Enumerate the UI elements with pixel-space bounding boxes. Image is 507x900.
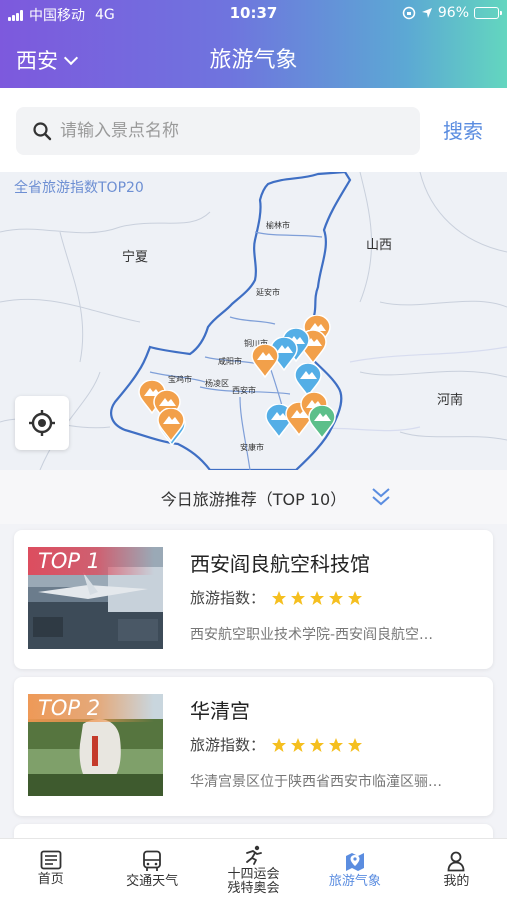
attraction-description: 华清宫景区位于陕西省西安市临潼区骊… [190, 774, 442, 790]
city-label-ankang: 安康市 [240, 443, 264, 452]
double-chevron-down-icon[interactable] [371, 486, 391, 508]
star-icon [310, 737, 325, 752]
tab-profile[interactable]: 我的 [406, 839, 507, 900]
tab-label-line1: 十四运会 [227, 867, 280, 882]
location-arrow-icon [421, 8, 432, 18]
person-icon [447, 851, 465, 872]
tab-traffic-weather[interactable]: 交通天气 [101, 839, 202, 900]
rating-stars [271, 737, 363, 753]
search-section: 搜索 [0, 88, 507, 172]
city-label-yangling: 杨凌区 [205, 379, 229, 388]
recommend-card[interactable]: TOP 2 华清宫 旅游指数： 华清宫景区位于陕西省西安市临潼区骊… [14, 677, 493, 816]
star-icon [329, 590, 344, 605]
search-button[interactable]: 搜索 [443, 115, 483, 144]
news-icon [40, 850, 62, 870]
map-label-ningxia: 宁夏 [122, 250, 149, 265]
tab-label: 首页 [37, 872, 64, 887]
city-label-yanan: 延安市 [256, 288, 280, 297]
star-icon [348, 590, 363, 605]
city-label-xianyang: 咸阳市 [218, 357, 242, 366]
search-input[interactable] [60, 121, 390, 141]
tourism-index: 旅游指数： [190, 734, 363, 755]
runner-icon [245, 845, 262, 865]
page-title: 旅游气象 [209, 48, 298, 73]
star-icon [329, 737, 344, 752]
search-box[interactable] [16, 107, 420, 155]
tab-national-games[interactable]: 十四运会 残特奥会 [203, 839, 304, 900]
map-pin[interactable] [308, 405, 336, 439]
city-label-baoji: 宝鸡市 [168, 375, 192, 384]
search-icon [33, 122, 52, 141]
rank-tag: TOP 1 [28, 547, 154, 575]
tourism-index-label: 旅游指数： [190, 736, 266, 754]
nav-bar: 西安 旅游气象 [0, 27, 507, 88]
recommend-card[interactable] [14, 824, 493, 838]
tourism-index: 旅游指数： [190, 587, 363, 608]
tab-label: 十四运会 残特奥会 [228, 868, 280, 896]
attraction-description: 西安航空职业技术学院-西安阎良航空… [190, 627, 434, 643]
map-pin[interactable] [251, 344, 279, 378]
tab-label: 我的 [443, 874, 470, 889]
map-title: 全省旅游指数TOP20 [14, 180, 144, 196]
star-icon [348, 737, 363, 752]
star-icon [291, 737, 306, 752]
battery-icon [474, 7, 502, 19]
attraction-photo: TOP 2 [28, 694, 163, 796]
tab-label: 交通天气 [126, 874, 179, 889]
map-background [0, 172, 507, 470]
attraction-name: 华清宫 [190, 699, 250, 723]
status-bar: 中国移动 4G 10:37 96% [0, 0, 507, 27]
recommend-header[interactable]: 今日旅游推荐（TOP 10） [0, 470, 507, 524]
battery-percent: 96% [437, 5, 469, 21]
attraction-photo: TOP 1 [28, 547, 163, 649]
star-icon [272, 590, 287, 605]
rotation-lock-icon [402, 6, 416, 20]
map-label-henan: 河南 [437, 393, 464, 408]
recommend-title: 今日旅游推荐（TOP 10） [160, 490, 347, 509]
rating-stars [271, 590, 363, 606]
star-icon [310, 590, 325, 605]
tourism-index-label: 旅游指数： [190, 589, 266, 607]
bus-icon [143, 850, 162, 871]
tab-home[interactable]: 首页 [0, 839, 101, 900]
tab-label: 旅游气象 [328, 874, 381, 889]
star-icon [291, 590, 306, 605]
attraction-name: 西安阎良航空科技馆 [190, 552, 370, 576]
rank-tag: TOP 2 [28, 694, 154, 722]
tab-label-line2: 残特奥会 [227, 881, 280, 896]
tourism-map[interactable]: 全省旅游指数TOP20 宁夏 山西 河南 榆林市 延安市 铜川市 咸阳市 宝鸡市… [0, 172, 507, 470]
city-label-xian: 西安市 [232, 386, 256, 395]
map-label-shanxi: 山西 [366, 238, 393, 253]
map-pin-icon [345, 853, 364, 871]
recommend-card[interactable]: TOP 1 西安阎良航空科技馆 旅游指数： 西安航空职业技术学院-西安阎良航空… [14, 530, 493, 669]
tab-tourism-weather[interactable]: 旅游气象 [304, 839, 405, 900]
crosshair-icon [29, 410, 55, 436]
star-icon [272, 737, 287, 752]
locate-button[interactable] [15, 396, 69, 450]
tab-bar: 首页 交通天气 十四运会 残特奥会 旅游气象 我的 [0, 838, 507, 900]
map-pin[interactable] [157, 408, 185, 442]
city-label-yulin: 榆林市 [266, 221, 290, 230]
